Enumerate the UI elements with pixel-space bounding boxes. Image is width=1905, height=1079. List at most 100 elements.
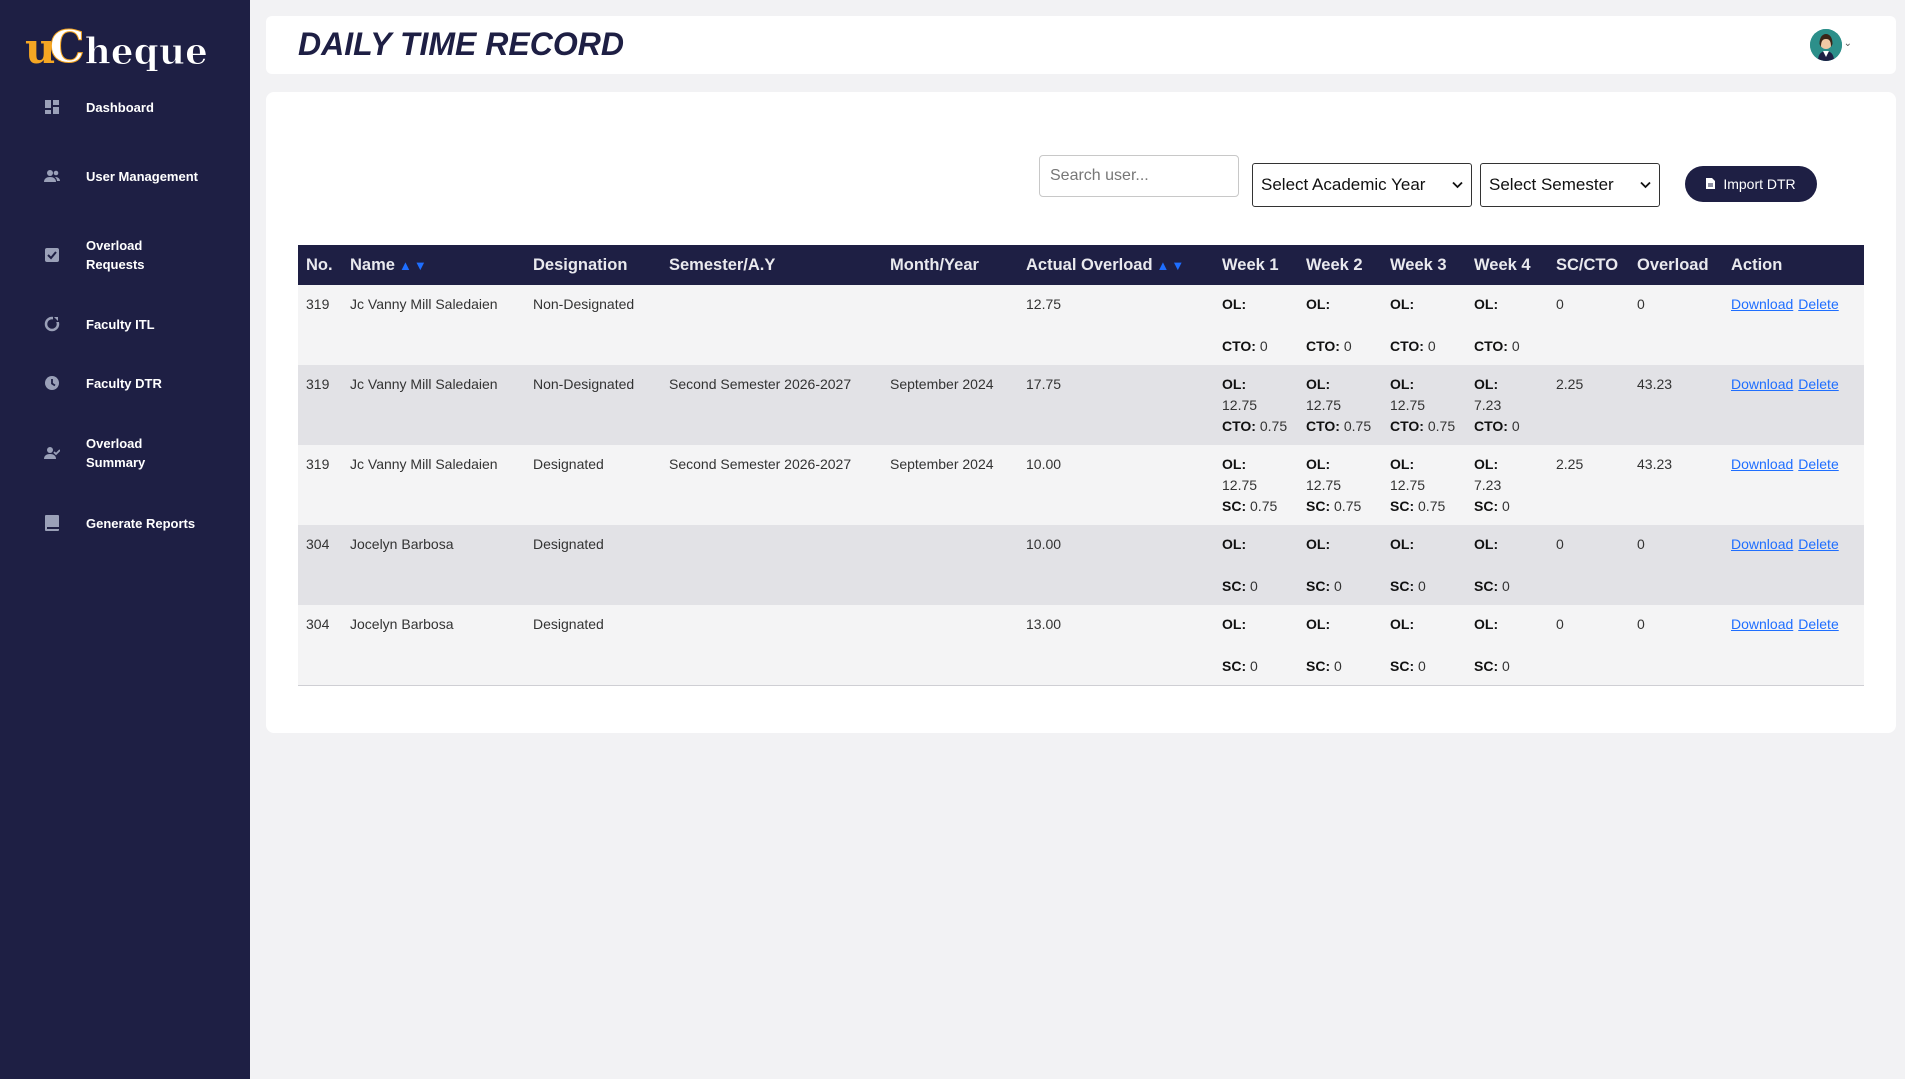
chevron-down-icon[interactable]: ⌄: [1844, 38, 1852, 49]
cell-overload: 0: [1637, 536, 1645, 552]
cell-month-year: [882, 285, 1018, 365]
sort-down-icon[interactable]: ▼: [414, 258, 427, 273]
sidebar-item-overload-requests[interactable]: Overload Requests: [0, 235, 250, 275]
cell-week-3: OL: SC: 0: [1382, 605, 1466, 685]
cell-no: 319: [306, 456, 330, 472]
delete-link[interactable]: Delete: [1798, 616, 1838, 632]
sub-value: 0: [1427, 338, 1436, 354]
sort-up-icon[interactable]: ▲: [399, 258, 412, 273]
ol-label: OL:: [1222, 376, 1247, 392]
sub-label: SC:: [1222, 658, 1247, 674]
cell-week-4: OL: 7.23 CTO: 0: [1466, 365, 1548, 445]
ol-label: OL:: [1474, 456, 1499, 472]
ol-value: [1474, 315, 1540, 336]
cell-designation: Non-Designated: [533, 296, 635, 312]
sort-down-icon[interactable]: ▼: [1171, 258, 1184, 273]
user-avatar-icon[interactable]: [1810, 29, 1842, 61]
column-header-label: Name: [350, 255, 395, 274]
sidebar-item-label: Faculty ITL: [86, 316, 155, 332]
sidebar-item-generate-reports[interactable]: Generate Reports: [0, 512, 250, 534]
cell-actual-overload: 13.00: [1026, 616, 1062, 632]
sidebar-item-faculty-dtr[interactable]: Faculty DTR: [0, 372, 250, 394]
sub-label: CTO:: [1474, 338, 1508, 354]
sub-value: 0: [1418, 578, 1426, 594]
sub-label: CTO:: [1306, 338, 1340, 354]
ol-label: OL:: [1222, 296, 1247, 312]
cell-actual-overload: 12.75: [1026, 296, 1062, 312]
cell-actual-overload: 10.00: [1026, 536, 1062, 552]
dtr-panel: Select Academic Year Select Semester Imp…: [266, 92, 1896, 733]
import-dtr-button[interactable]: Import DTR: [1685, 166, 1817, 202]
column-header-label: Month/Year: [890, 255, 979, 274]
sub-value: 0: [1343, 338, 1352, 354]
ol-value: 12.75: [1306, 477, 1342, 493]
download-link[interactable]: Download: [1731, 616, 1793, 632]
sub-label: SC:: [1474, 498, 1499, 514]
sub-value: 0.75: [1250, 498, 1278, 514]
column-header-name[interactable]: Name ▲ ▼: [342, 245, 525, 285]
sub-value: 0: [1259, 338, 1268, 354]
sidebar-item-label: Overload Summary: [86, 436, 146, 470]
column-header-week-1: Week 1: [1214, 245, 1298, 285]
column-header-label: Action: [1731, 255, 1783, 274]
column-header-label: Week 4: [1474, 255, 1531, 274]
sidebar-item-dashboard[interactable]: Dashboard: [0, 96, 250, 118]
sub-label: SC:: [1222, 498, 1247, 514]
sub-label: SC:: [1390, 498, 1415, 514]
ol-value: [1474, 635, 1540, 656]
column-header-label: Week 1: [1222, 255, 1279, 274]
header-bar: DAILY TIME RECORD ⌄: [266, 16, 1896, 74]
sidebar-item-overload-summary[interactable]: Overload Summary: [0, 433, 250, 473]
search-input[interactable]: [1039, 155, 1239, 197]
column-header-label: Week 2: [1306, 255, 1363, 274]
app-logo[interactable]: u Cheque: [25, 22, 208, 71]
cell-sc-cto: 0: [1556, 296, 1564, 312]
delete-link[interactable]: Delete: [1798, 296, 1838, 312]
academic-year-select[interactable]: Select Academic Year: [1252, 163, 1472, 207]
ol-label: OL:: [1306, 536, 1331, 552]
delete-link[interactable]: Delete: [1798, 456, 1838, 472]
sidebar-item-user-management[interactable]: User Management: [0, 156, 250, 196]
sub-value: 0.75: [1418, 498, 1446, 514]
download-link[interactable]: Download: [1731, 376, 1793, 392]
chevron-down-icon: [1452, 178, 1463, 192]
sub-value: 0: [1250, 578, 1258, 594]
ol-label: OL:: [1390, 616, 1415, 632]
delete-link[interactable]: Delete: [1798, 376, 1838, 392]
sort-up-icon[interactable]: ▲: [1157, 258, 1170, 273]
ol-value: 12.75: [1222, 477, 1258, 493]
sub-value: 0: [1418, 658, 1426, 674]
ol-value: [1474, 555, 1540, 576]
ol-label: OL:: [1474, 536, 1499, 552]
chevron-down-icon: [1640, 178, 1651, 192]
cell-designation: Designated: [533, 456, 604, 472]
cell-week-2: OL: 12.75 CTO: 0.75: [1298, 365, 1382, 445]
column-header-week-4: Week 4: [1466, 245, 1548, 285]
ol-label: OL:: [1390, 296, 1415, 312]
ol-value: [1390, 555, 1458, 576]
cell-week-1: OL: SC: 0: [1214, 525, 1298, 605]
download-link[interactable]: Download: [1731, 536, 1793, 552]
column-header-label: Semester/A.Y: [669, 255, 776, 274]
column-header-label: Actual Overload: [1026, 255, 1153, 274]
sub-value: 0.75: [1427, 418, 1456, 434]
sub-label: CTO:: [1390, 418, 1424, 434]
sub-value: 0: [1502, 578, 1510, 594]
users-icon: [43, 167, 61, 185]
column-header-actual-overload[interactable]: Actual Overload ▲ ▼: [1018, 245, 1214, 285]
download-link[interactable]: Download: [1731, 456, 1793, 472]
ol-value: [1222, 635, 1290, 656]
dtr-table: No. Name ▲ ▼ Designation Semester/A.Y Mont…: [298, 245, 1864, 686]
column-header-designation: Designation: [525, 245, 661, 285]
sidebar-item-label: Dashboard: [86, 99, 154, 115]
sub-value: 0.75: [1259, 418, 1288, 434]
download-link[interactable]: Download: [1731, 296, 1793, 312]
delete-link[interactable]: Delete: [1798, 536, 1838, 552]
sidebar-item-faculty-itl[interactable]: Faculty ITL: [0, 313, 250, 335]
cell-week-4: OL: SC: 0: [1466, 525, 1548, 605]
sub-label: SC:: [1306, 498, 1331, 514]
semester-select[interactable]: Select Semester: [1480, 163, 1660, 207]
ol-label: OL:: [1222, 616, 1247, 632]
sidebar-item-label: Overload Requests: [86, 238, 145, 272]
academic-year-select-value: Select Academic Year: [1261, 175, 1426, 194]
